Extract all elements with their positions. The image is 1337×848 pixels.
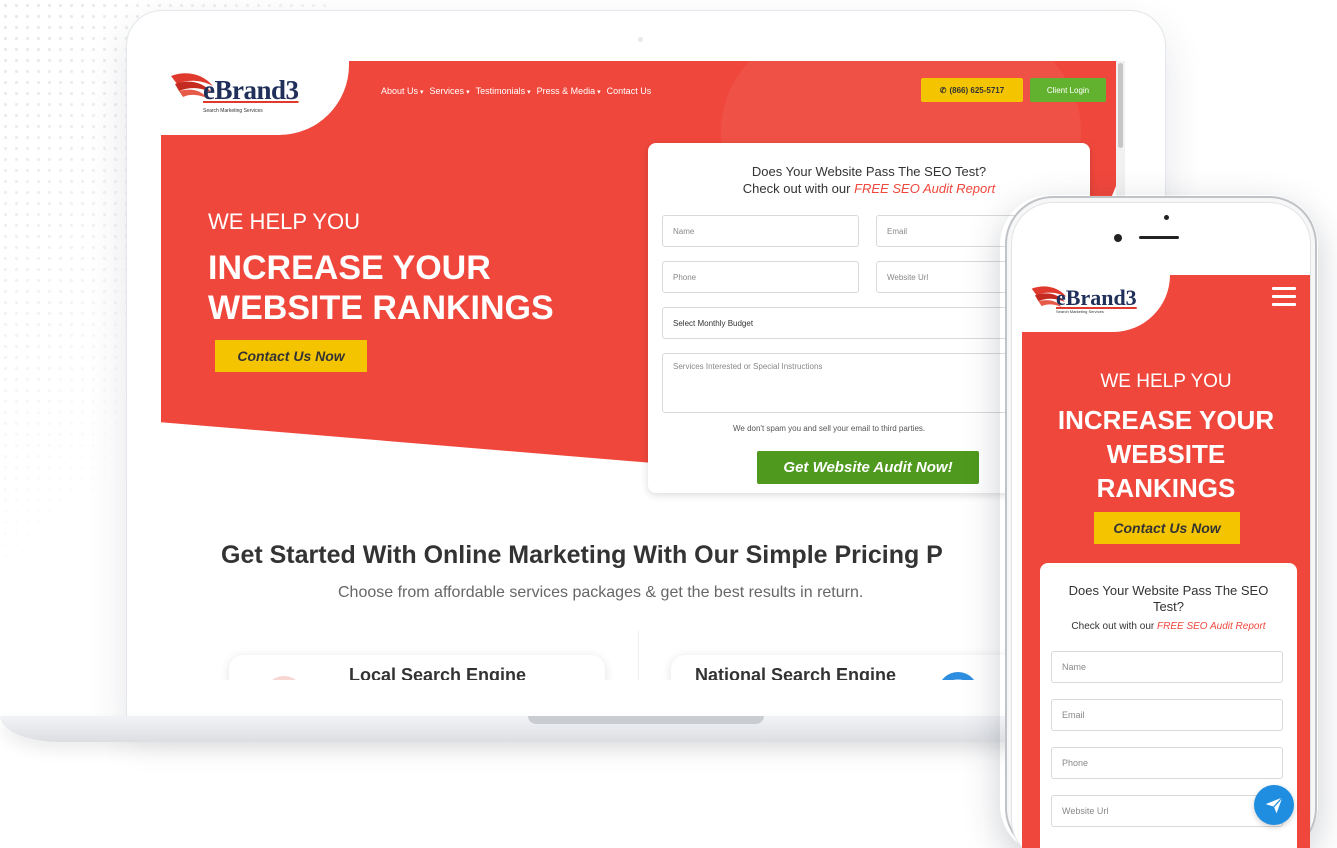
mobile-website-url-field[interactable]: Website Url [1051,795,1283,827]
mobile-headline-line1: INCREASE YOUR [1057,405,1275,435]
mobile-hero-headline: INCREASE YOUR WEBSITE RANKINGS [1022,403,1310,505]
hero-headline: INCREASE YOUR WEBSITE RANKINGS [208,248,628,328]
pricing-card-local-label: Local Search Engine [349,665,527,680]
hero-headline-line1: INCREASE YOUR [208,249,491,287]
nav-item-services[interactable]: Services ▾ [430,86,470,96]
phone-icon: ✆ [939,85,947,95]
laptop-camera [638,37,643,42]
name-field[interactable]: Name [662,215,859,247]
paper-plane-icon [1265,797,1283,814]
chevron-down-icon: ▾ [420,89,424,96]
mobile-headline-line3: RANKINGS [1096,473,1236,503]
hero-eyebrow: WE HELP YOU [208,209,361,234]
logo-text: eBrand3 [203,75,299,105]
mobile-contact-us-button[interactable]: Contact Us Now [1094,512,1240,544]
pricing-card-national-label: National Search Engine [695,665,897,680]
nav-item-about-us[interactable]: About Us ▾ [381,86,424,96]
mobile-form-title: Does Your Website Pass The SEO Test? [1040,583,1297,615]
mobile-form-highlight: FREE SEO Audit Report [1157,621,1266,632]
phone-call-button[interactable]: ✆ (866) 625-5717 [921,78,1023,102]
phone-number: (866) 625-5717 [949,85,1005,95]
client-login-button[interactable]: Client Login [1030,78,1106,102]
pricing-title: Get Started With Online Marketing With O… [221,541,943,569]
phone-screen: eBrand3 Search Marketing Services WE HEL… [1022,275,1310,848]
chevron-down-icon: ▾ [527,89,531,96]
pricing-card-local[interactable]: Local Search Engine [229,655,605,680]
device-mockup-stage: eBrand3 Search Marketing Services About … [0,0,1337,848]
mobile-headline-line2: WEBSITE [1106,439,1226,469]
nav-item-contact-us[interactable]: Contact Us [607,86,652,96]
mobile-form-title-line1: Does Your Website Pass The SEO [1068,583,1269,598]
hamburger-menu-icon[interactable] [1272,287,1296,307]
phone-camera [1114,234,1122,242]
laptop-notch [528,716,764,724]
chevron-down-icon: ▾ [597,89,601,96]
phone-sensor [1164,215,1169,220]
national-seo-icon [942,672,974,680]
contact-us-button[interactable]: Contact Us Now [215,340,367,372]
mobile-logo-tagline: Search Marketing Services [1056,309,1104,314]
hero-headline-line2: WEBSITE RANKINGS [208,289,554,327]
chat-send-button[interactable] [1254,785,1294,825]
get-audit-button[interactable]: Get Website Audit Now! [757,451,979,484]
form-highlight: FREE SEO Audit Report [854,181,996,196]
phone-speaker [1139,236,1179,239]
form-title: Does Your Website Pass The SEO Test? Che… [648,163,1090,197]
mobile-phone-field[interactable]: Phone [1051,747,1283,779]
chevron-down-icon: ▾ [466,89,470,96]
main-nav: About Us ▾ Services ▾ Testimonials ▾ Press … [381,86,651,96]
form-title-line1: Does Your Website Pass The SEO Test? [751,164,987,179]
nav-item-testimonials[interactable]: Testimonials ▾ [476,86,531,96]
phone-field[interactable]: Phone [662,261,859,293]
mobile-form-subtitle: Check out with our FREE SEO Audit Report [1071,621,1266,632]
mobile-email-field[interactable]: Email [1051,699,1283,731]
nav-item-press-media[interactable]: Press & Media ▾ [537,86,601,96]
mobile-logo-text: eBrand3 [1056,285,1137,310]
form-title-line2: Check out with our FREE SEO Audit Report [742,181,996,196]
mobile-hero-eyebrow: WE HELP YOU [1100,371,1232,392]
section-divider [638,631,639,680]
local-seo-icon [272,676,296,680]
privacy-note: We don't spam you and sell your email to… [733,424,926,433]
laptop-screen: eBrand3 Search Marketing Services About … [161,61,1125,680]
scrollbar-thumb[interactable] [1118,63,1123,148]
mobile-name-field[interactable]: Name [1051,651,1283,683]
pricing-subtitle: Choose from affordable services packages… [338,584,864,601]
mobile-form-title-line2: Test? [1152,599,1185,614]
logo-tagline: Search Marketing Services [203,108,263,114]
